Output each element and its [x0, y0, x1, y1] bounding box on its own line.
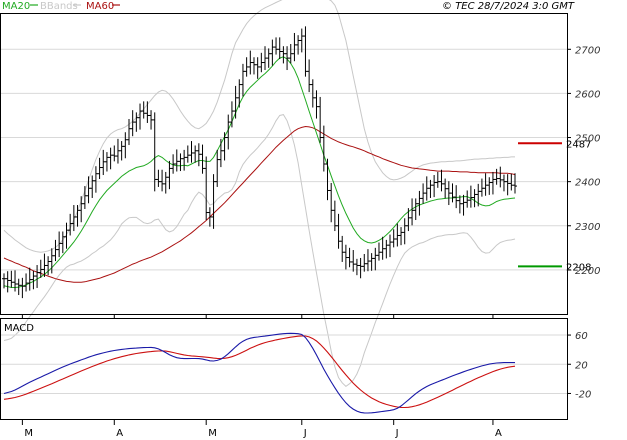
price-y-tick-label: 2600 — [575, 89, 600, 100]
x-tick-label: J — [303, 428, 307, 439]
x-tick-label: M — [208, 428, 217, 439]
x-axis: MAMJJA — [21, 314, 502, 439]
bollinger-upper-band — [3, 0, 515, 253]
price-y-tick-label: 2700 — [575, 45, 600, 56]
x-tick-label: M — [24, 428, 33, 439]
header-legend: MA20 BBands MA60 — [2, 1, 120, 12]
timestamp: © TEC 28/7/2024 3:0 GMT — [442, 1, 575, 12]
legend-bbands-label: BBands — [40, 1, 78, 12]
x-tick-label: A — [495, 428, 502, 439]
macd-line — [3, 332, 515, 414]
price-panel-frame — [0, 13, 568, 315]
legend-ma60-label: MA60 — [86, 1, 114, 12]
ma20-line — [3, 56, 516, 288]
price-y-tick-label: 2400 — [575, 178, 600, 189]
macd-gridlines — [1, 334, 567, 394]
price-y-tick-label: 2500 — [575, 134, 600, 145]
moving-averages — [3, 56, 516, 288]
macd-y-tick-label: 20 — [575, 360, 588, 371]
ma60-line — [3, 125, 516, 283]
legend-ma20-label: MA20 — [2, 1, 30, 12]
price-y-tick-label: 2200 — [575, 266, 600, 277]
price-levels: 24872208 — [518, 139, 591, 273]
macd-y-tick-label: -20 — [575, 389, 591, 400]
macd-y-tick-label: 60 — [575, 331, 588, 342]
x-tick-label: J — [395, 428, 399, 439]
macd-y-axis: 60 20 -20 — [567, 331, 591, 400]
price-y-axis: 2200 2300 2400 2500 2600 2700 — [567, 45, 600, 277]
bollinger-lower-band — [3, 114, 516, 388]
macd-lines — [3, 332, 516, 414]
stock-chart: MA20 BBands MA60 © TEC 28/7/2024 3:0 GMT… — [0, 0, 600, 439]
macd-signal-line — [3, 335, 516, 409]
macd-title: MACD — [4, 323, 34, 334]
price-gridlines — [1, 48, 567, 271]
price-y-tick-label: 2300 — [575, 222, 600, 233]
bollinger-bands — [3, 0, 516, 388]
x-tick-label: A — [116, 428, 123, 439]
